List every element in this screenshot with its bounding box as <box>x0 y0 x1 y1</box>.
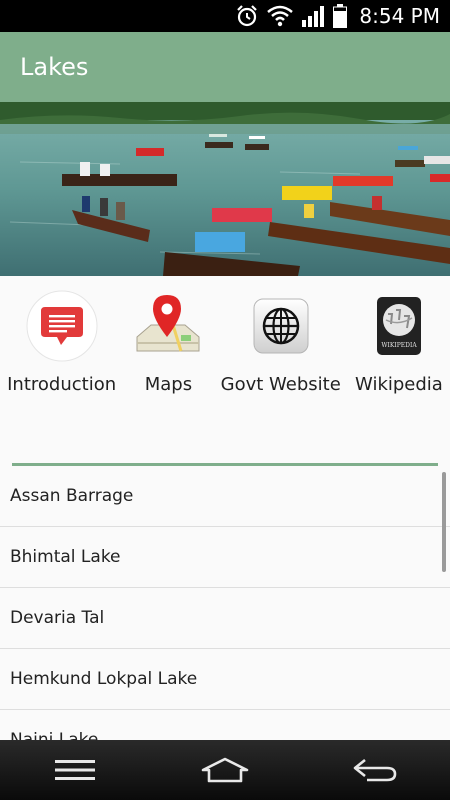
wifi-icon <box>267 5 294 27</box>
signal-icon <box>302 6 325 27</box>
back-icon <box>353 758 397 782</box>
list-item[interactable]: Devaria Tal <box>0 588 450 649</box>
list-item[interactable]: Assan Barrage <box>0 466 450 527</box>
status-bar: 8:54 PM <box>0 0 450 32</box>
hero-image <box>0 102 450 276</box>
maps-label: Maps <box>144 374 193 395</box>
wikipedia-label: Wikipedia <box>355 374 443 395</box>
govt-website-label: Govt Website <box>220 374 341 395</box>
maps-button[interactable]: Maps <box>130 290 206 395</box>
lake-list[interactable]: Assan Barrage Bhimtal Lake Devaria Tal H… <box>0 466 450 740</box>
clock: 8:54 PM <box>359 4 440 28</box>
system-nav-bar <box>0 740 450 800</box>
home-icon <box>201 757 249 783</box>
introduction-button[interactable]: Introduction <box>7 290 116 395</box>
list-item[interactable]: Bhimtal Lake <box>0 527 450 588</box>
wikipedia-icon: WIKIPEDIA <box>376 297 421 355</box>
back-button[interactable] <box>335 745 415 795</box>
shortcut-row: Introduction Maps Govt Website WIKIPEDIA… <box>0 276 450 396</box>
map-pin-icon <box>136 295 200 352</box>
lake-with-boats-photo <box>0 102 450 276</box>
chat-bubble-icon <box>26 290 98 362</box>
list-item[interactable]: Hemkund Lokpal Lake <box>0 649 450 710</box>
home-button[interactable] <box>185 745 265 795</box>
govt-website-button[interactable]: Govt Website <box>221 290 341 395</box>
menu-button[interactable] <box>35 745 115 795</box>
alarm-icon <box>237 5 258 27</box>
globe-icon <box>253 298 309 354</box>
svg-text:WIKIPEDIA: WIKIPEDIA <box>381 342 417 349</box>
battery-icon <box>333 4 348 28</box>
list-item[interactable]: Naini Lake <box>0 710 450 740</box>
introduction-label: Introduction <box>7 374 117 395</box>
menu-icon <box>55 760 95 780</box>
wikipedia-button[interactable]: WIKIPEDIA Wikipedia <box>355 290 443 395</box>
list-scrollbar[interactable] <box>442 472 446 572</box>
page-title: Lakes <box>20 53 89 81</box>
app-bar: Lakes <box>0 32 450 102</box>
